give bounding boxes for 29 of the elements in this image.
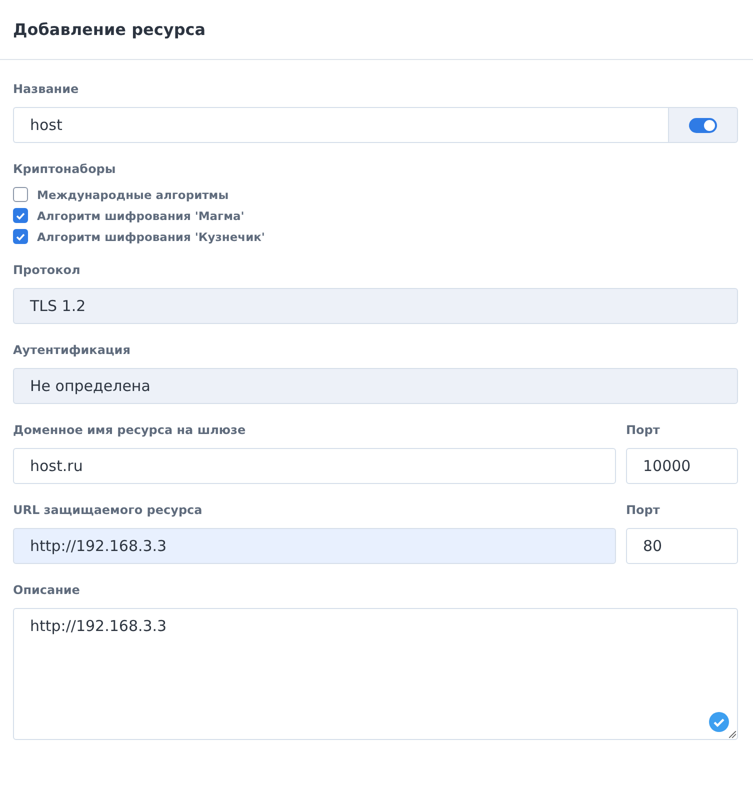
form-title: Добавление ресурса bbox=[13, 20, 206, 39]
checkbox[interactable] bbox=[13, 208, 28, 223]
checkbox[interactable] bbox=[13, 229, 28, 244]
checkbox-label: Международные алгоритмы bbox=[37, 188, 229, 202]
field-label: Криптонаборы bbox=[13, 161, 117, 177]
checkbox[interactable] bbox=[13, 187, 28, 202]
field-label: Аутентификация bbox=[13, 342, 132, 358]
field-label: Доменное имя ресурса на шлюзе bbox=[13, 422, 247, 438]
input-field[interactable]: host.ru bbox=[13, 448, 616, 484]
toggle-switch[interactable] bbox=[689, 118, 717, 132]
port-field[interactable]: 80 bbox=[626, 528, 738, 564]
description-text: http://192.168.3.3 bbox=[30, 617, 167, 635]
port-field[interactable]: 10000 bbox=[626, 448, 738, 484]
checkbox-label: Алгоритм шифрования 'Магма' bbox=[37, 208, 244, 222]
field-label: Описание bbox=[13, 582, 81, 598]
readonly-field: Не определена bbox=[13, 368, 738, 404]
description-field[interactable]: http://192.168.3.3 bbox=[13, 608, 738, 740]
field-label: Протокол bbox=[13, 262, 82, 278]
field-label: Порт bbox=[626, 502, 661, 518]
checkbox-label: Алгоритм шифрования 'Кузнечик' bbox=[37, 230, 265, 244]
resize-grip-icon[interactable] bbox=[729, 731, 736, 738]
checkmark-icon bbox=[16, 232, 25, 240]
checkmark-icon bbox=[16, 212, 25, 220]
field-label: Название bbox=[13, 81, 80, 97]
field-label: Порт bbox=[626, 422, 661, 438]
readonly-field: TLS 1.2 bbox=[13, 288, 738, 324]
input-field[interactable]: http://192.168.3.3 bbox=[13, 528, 616, 564]
name-field[interactable]: host bbox=[13, 107, 668, 143]
field-label: URL защищаемого ресурса bbox=[13, 502, 204, 518]
